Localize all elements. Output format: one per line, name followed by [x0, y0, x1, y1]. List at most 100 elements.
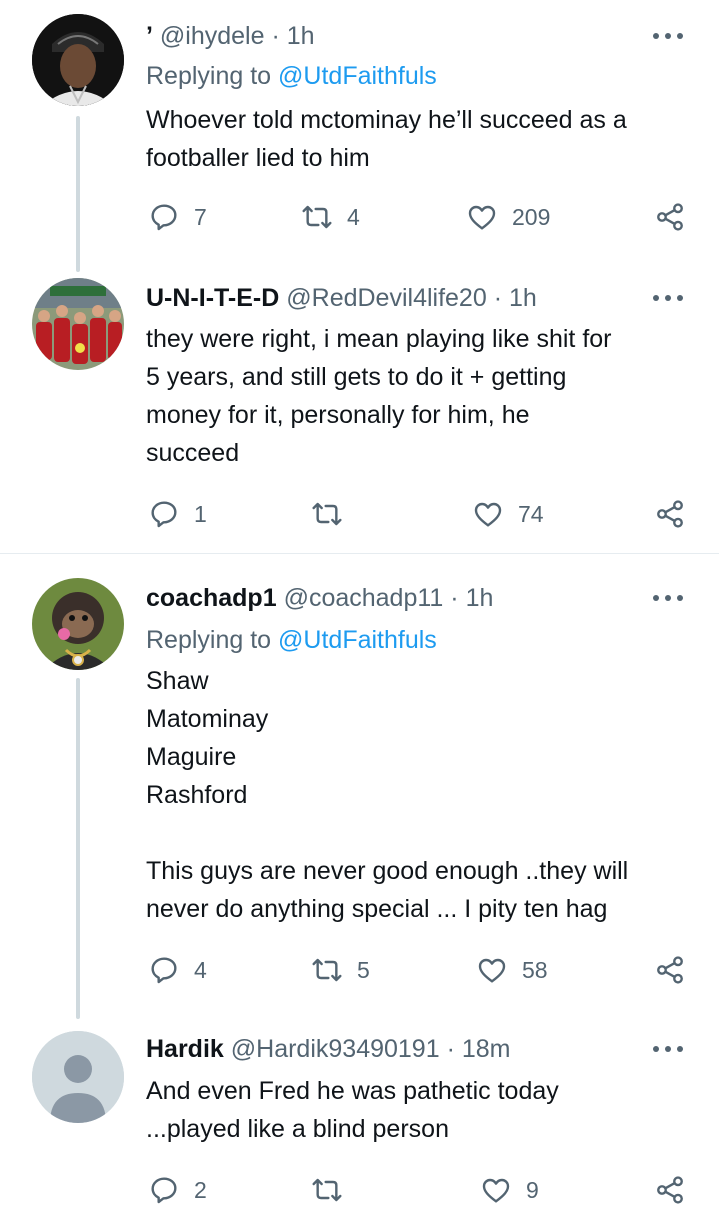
- tweet-line: Rashford: [146, 781, 248, 809]
- replying-to-handle[interactable]: @UtdFaithfuls: [278, 626, 437, 654]
- replying-to-label: Replying to: [146, 62, 272, 90]
- reply-icon: [151, 501, 177, 528]
- tweet-line: ...played like a blind person: [146, 1115, 449, 1143]
- user-handle[interactable]: @RedDevil4life20: [286, 284, 486, 312]
- like-count: 209: [512, 203, 551, 230]
- heart-icon: [482, 1178, 510, 1203]
- tweet-actions: 4 5 58: [146, 950, 691, 990]
- reply-button[interactable]: 2: [148, 1170, 207, 1210]
- reply-count: 7: [194, 203, 207, 230]
- tweet-line: Shaw: [146, 667, 209, 695]
- tweet-line: Matominay: [146, 705, 269, 733]
- retweet-icon: [302, 205, 332, 229]
- more-options-icon[interactable]: [653, 593, 683, 603]
- tweet-header: U-N-I-T-E-D @RedDevil4life20 · 1h: [146, 281, 649, 315]
- display-name[interactable]: U-N-I-T-E-D: [146, 284, 279, 312]
- tweet-coachadp11[interactable]: coachadp1 @coachadp11 · 1h Replying to @…: [0, 554, 719, 1019]
- reply-icon: [151, 957, 177, 984]
- share-icon: [657, 1176, 683, 1204]
- heart-icon: [478, 958, 506, 983]
- replying-to: Replying to @UtdFaithfuls: [146, 623, 437, 657]
- share-button[interactable]: [654, 950, 686, 990]
- more-options-icon[interactable]: [653, 31, 683, 41]
- timestamp[interactable]: 18m: [462, 1035, 511, 1063]
- reply-button[interactable]: 7: [148, 197, 207, 237]
- replying-to: Replying to @UtdFaithfuls: [146, 59, 437, 93]
- tweet-actions: 1 74: [146, 494, 691, 534]
- user-handle[interactable]: @coachadp11: [284, 584, 444, 612]
- share-button[interactable]: [654, 494, 686, 534]
- tweet-line: money for it, personally for him, he: [146, 401, 530, 429]
- replying-to-label: Replying to: [146, 626, 272, 654]
- share-icon: [657, 500, 683, 528]
- like-button[interactable]: 9: [480, 1170, 539, 1210]
- thread-line: [76, 116, 80, 272]
- tweet-text: Whoever told mctominay he’ll succeed as …: [146, 101, 689, 177]
- like-button[interactable]: 58: [476, 950, 548, 990]
- tweet-line: Maguire: [146, 743, 237, 771]
- default-avatar[interactable]: [32, 1031, 124, 1123]
- avatar[interactable]: [32, 278, 124, 370]
- tweet-header: coachadp1 @coachadp11 · 1h: [146, 581, 649, 615]
- reply-count: 4: [194, 956, 207, 983]
- tweet-line: And even Fred he was pathetic today: [146, 1077, 559, 1105]
- tweet-reddevil4life20[interactable]: U-N-I-T-E-D @RedDevil4life20 · 1h they w…: [0, 270, 719, 552]
- avatar[interactable]: [32, 14, 124, 106]
- user-handle[interactable]: @ihydele: [160, 22, 265, 50]
- tweet-text: they were right, i mean playing like shi…: [146, 320, 689, 472]
- retweet-button[interactable]: 5: [311, 950, 370, 990]
- timestamp[interactable]: 1h: [466, 584, 494, 612]
- tweet-actions: 2 9: [146, 1170, 691, 1210]
- tweet-line: 5 years, and still gets to do it + getti…: [146, 363, 567, 391]
- display-name[interactable]: ’: [146, 22, 153, 50]
- tweet-line: they were right, i mean playing like shi…: [146, 325, 612, 353]
- more-options-icon[interactable]: [653, 293, 683, 303]
- display-name[interactable]: Hardik: [146, 1035, 224, 1063]
- more-options-icon[interactable]: [653, 1044, 683, 1054]
- tweet-line: succeed: [146, 439, 240, 467]
- reply-count: 2: [194, 1176, 207, 1203]
- separator: ·: [271, 22, 280, 50]
- user-handle[interactable]: @Hardik93490191: [231, 1035, 440, 1063]
- tweet-line: [146, 814, 689, 852]
- tweet-line: Whoever told mctominay he’ll succeed as …: [146, 106, 627, 134]
- retweet-button[interactable]: 4: [301, 197, 360, 237]
- reply-button[interactable]: 1: [148, 494, 207, 534]
- like-count: 9: [526, 1176, 539, 1203]
- retweet-button[interactable]: [311, 1170, 357, 1210]
- retweet-icon: [312, 958, 342, 982]
- share-icon: [657, 956, 683, 984]
- tweet-text: Shaw Matominay Maguire Rashford This guy…: [146, 662, 689, 928]
- retweet-count: 4: [347, 203, 360, 230]
- tweet-header: ’ @ihydele · 1h: [146, 19, 649, 53]
- tweet-hardik93490191[interactable]: Hardik @Hardik93490191 · 18m And even Fr…: [0, 1019, 719, 1223]
- tweet-ihydele[interactable]: ’ @ihydele · 1h Replying to @UtdFaithful…: [0, 0, 719, 272]
- share-button[interactable]: [654, 197, 686, 237]
- tweet-line: footballer lied to him: [146, 144, 370, 172]
- avatar[interactable]: [32, 578, 124, 670]
- like-button[interactable]: 209: [466, 197, 550, 237]
- reply-icon: [151, 204, 177, 231]
- retweet-icon: [312, 1178, 342, 1202]
- reply-button[interactable]: 4: [148, 950, 207, 990]
- retweet-button[interactable]: [311, 494, 357, 534]
- share-button[interactable]: [654, 1170, 686, 1210]
- share-icon: [657, 203, 683, 231]
- thread-line: [76, 678, 80, 1019]
- tweet-line: never do anything special ... I pity ten…: [146, 895, 608, 923]
- like-count: 74: [518, 500, 544, 527]
- timestamp[interactable]: 1h: [509, 284, 537, 312]
- tweet-text: And even Fred he was pathetic today ...p…: [146, 1072, 689, 1148]
- tweet-header: Hardik @Hardik93490191 · 18m: [146, 1032, 649, 1066]
- like-button[interactable]: 74: [472, 494, 544, 534]
- separator: ·: [446, 1035, 455, 1063]
- like-count: 58: [522, 956, 548, 983]
- retweet-icon: [312, 502, 342, 526]
- display-name[interactable]: coachadp1: [146, 584, 277, 612]
- tweet-actions: 7 4 209: [146, 197, 691, 237]
- separator: ·: [493, 284, 503, 312]
- tweet-line: This guys are never good enough ..they w…: [146, 857, 629, 885]
- replying-to-handle[interactable]: @UtdFaithfuls: [278, 62, 437, 90]
- timestamp[interactable]: 1h: [287, 22, 315, 50]
- heart-icon: [468, 205, 496, 230]
